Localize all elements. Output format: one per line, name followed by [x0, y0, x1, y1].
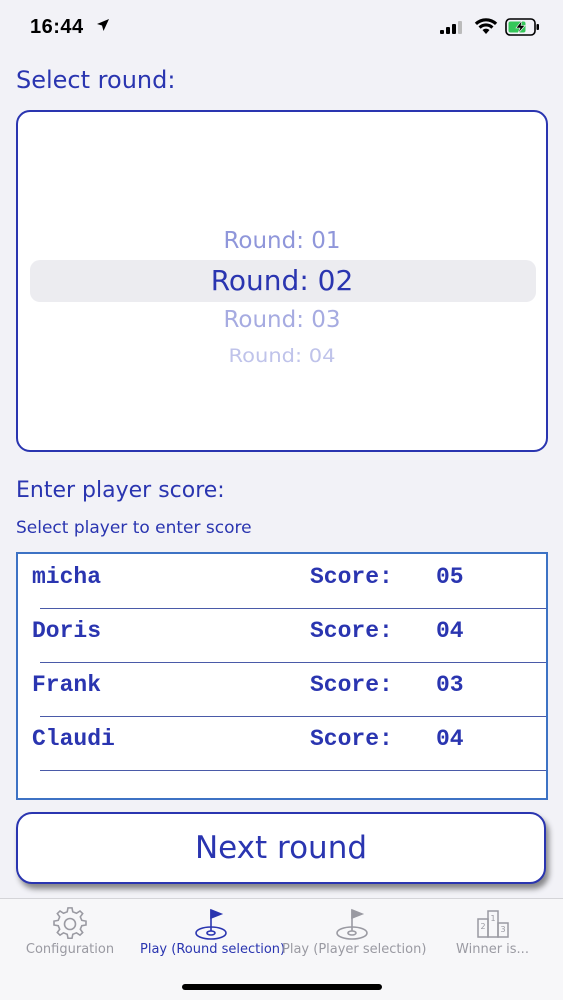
battery-charging-icon — [505, 18, 539, 36]
score-value: 04 — [436, 726, 464, 752]
player-row-frank[interactable]: Frank Score: 03 — [18, 662, 546, 716]
player-name: Doris — [32, 618, 102, 644]
picker-item-round-04[interactable]: Round: 04 — [18, 345, 546, 366]
score-value: 03 — [436, 672, 464, 698]
svg-text:2: 2 — [480, 922, 485, 931]
score-label: Score: — [310, 726, 393, 752]
golf-hole-icon — [336, 908, 368, 940]
player-name: Claudi — [32, 726, 115, 752]
tab-play-player-selection[interactable]: Play (Player selection) — [282, 899, 427, 969]
player-name: micha — [32, 564, 102, 590]
tab-label: Configuration — [25, 942, 115, 957]
player-name: Frank — [32, 672, 102, 698]
enter-score-hint: Select player to enter score — [16, 518, 252, 538]
tab-winner[interactable]: 1 2 3 Winner is... — [422, 899, 563, 969]
player-row-doris[interactable]: Doris Score: 04 — [18, 608, 546, 662]
score-value: 05 — [436, 564, 464, 590]
svg-text:3: 3 — [500, 925, 505, 934]
location-arrow-icon — [97, 19, 109, 31]
status-time: 16:44 — [30, 16, 84, 38]
golf-hole-icon — [195, 908, 227, 940]
podium-icon: 1 2 3 — [476, 910, 509, 938]
tab-configuration[interactable]: Configuration — [0, 899, 140, 969]
round-picker[interactable]: Round: 01 Round: 02 Round: 03 Round: 04 — [16, 110, 548, 452]
select-round-heading: Select round: — [16, 66, 176, 94]
player-score-list: micha Score: 05 Doris Score: 04 Frank Sc… — [16, 552, 548, 800]
row-divider — [40, 770, 546, 771]
picker-item-round-02-selected[interactable]: Round: 02 — [18, 264, 546, 297]
wifi-icon — [474, 18, 498, 34]
tab-play-round-selection[interactable]: Play (Round selection) — [140, 899, 286, 969]
score-label: Score: — [310, 672, 393, 698]
player-row-claudi[interactable]: Claudi Score: 04 — [18, 716, 546, 770]
enter-score-heading: Enter player score: — [16, 478, 225, 503]
score-label: Score: — [310, 564, 393, 590]
next-round-button[interactable]: Next round — [16, 812, 546, 884]
home-indicator[interactable] — [182, 984, 382, 990]
cellular-signal-icon — [440, 21, 462, 34]
status-bar: 16:44 — [0, 0, 563, 56]
score-value: 04 — [436, 618, 464, 644]
picker-item-round-01[interactable]: Round: 01 — [18, 228, 546, 254]
picker-item-round-03[interactable]: Round: 03 — [18, 307, 546, 333]
svg-text:1: 1 — [490, 914, 495, 923]
tab-label: Play (Player selection) — [282, 942, 427, 957]
tab-label: Play (Round selection) — [140, 942, 286, 957]
player-row-micha[interactable]: micha Score: 05 — [18, 554, 546, 608]
score-label: Score: — [310, 618, 393, 644]
gear-icon — [53, 907, 87, 940]
tab-label: Winner is... — [456, 942, 529, 957]
